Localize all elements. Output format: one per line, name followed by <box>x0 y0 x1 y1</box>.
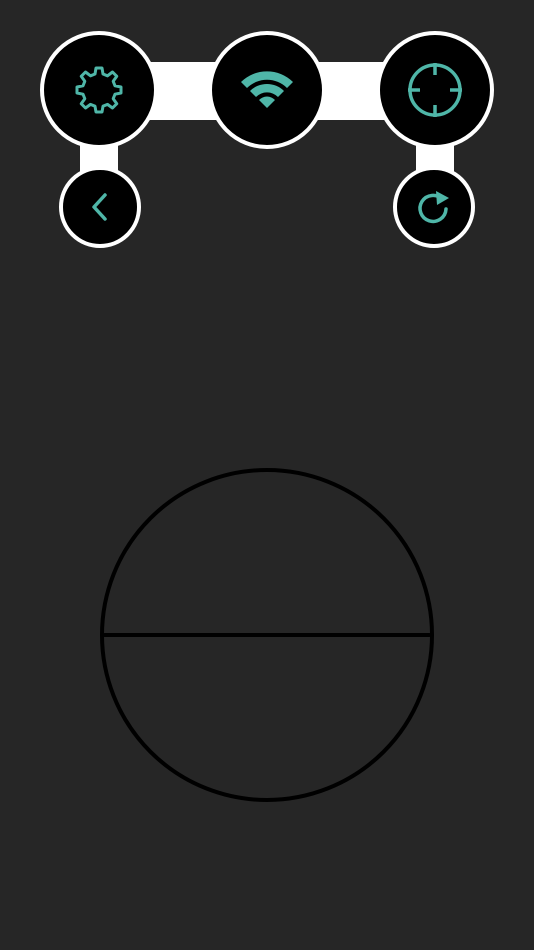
horizon-line <box>104 633 430 637</box>
chevron-left-icon <box>92 193 107 221</box>
refresh-icon <box>418 191 449 224</box>
reset-button[interactable] <box>393 166 475 248</box>
crosshair-icon <box>408 63 462 117</box>
back-button[interactable] <box>59 166 141 248</box>
wifi-button[interactable] <box>208 31 326 149</box>
target-button[interactable] <box>376 31 494 149</box>
gear-icon <box>75 66 123 114</box>
wifi-icon <box>241 71 293 108</box>
settings-button[interactable] <box>40 31 158 149</box>
attitude-indicator <box>100 468 434 802</box>
